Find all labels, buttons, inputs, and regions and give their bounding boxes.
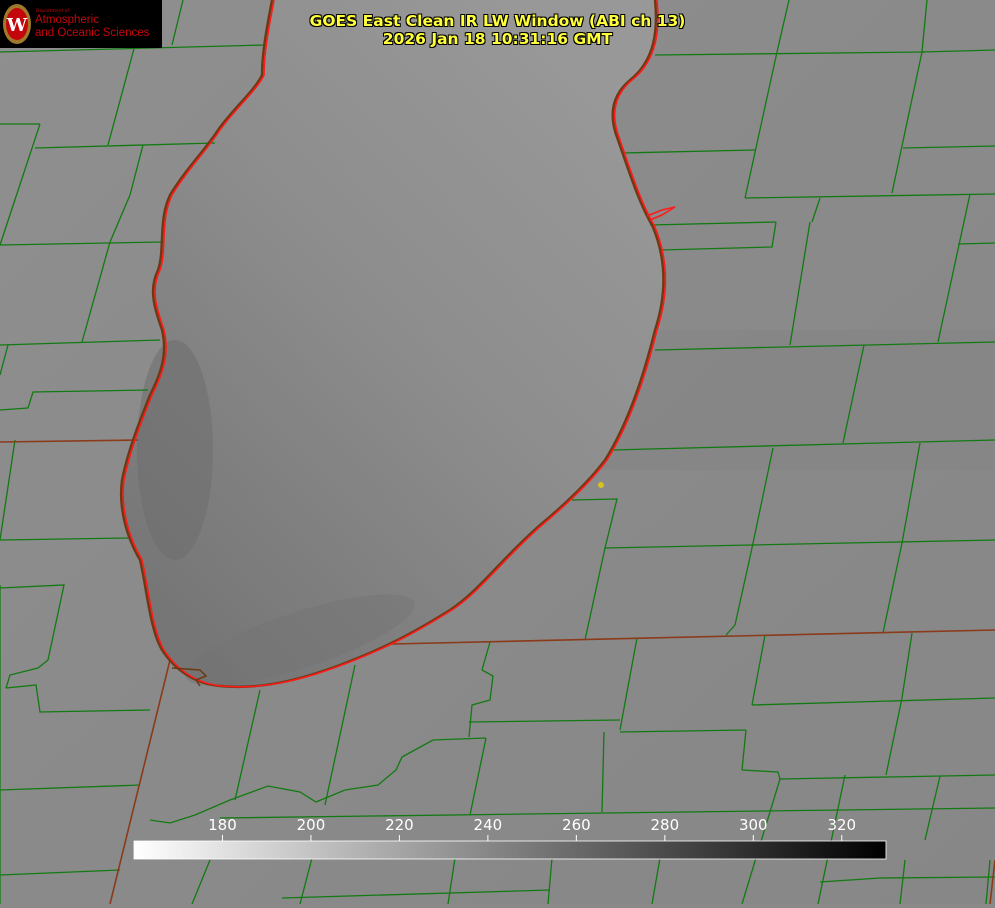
colorbar-tick-label: 240 xyxy=(474,816,503,834)
colorbar-tick-label: 260 xyxy=(562,816,591,834)
lake-cold-patch xyxy=(137,340,213,560)
colorbar-tick-label: 180 xyxy=(208,816,237,834)
timestamp-title: 2026 Jan 18 10:31:16 GMT xyxy=(382,30,613,48)
ir-satellite-map: 180 200 220 240 260 280 300 320 W Department of… xyxy=(0,0,995,905)
colorbar-tick-label: 200 xyxy=(297,816,326,834)
map-canvas: 180 200 220 240 260 280 300 320 xyxy=(0,0,995,905)
product-title: GOES East Clean IR LW Window (ABI ch 13) xyxy=(309,12,686,30)
colorbar-tick-label: 280 xyxy=(651,816,680,834)
city-marker xyxy=(598,482,604,488)
colorbar-tick-label: 220 xyxy=(385,816,414,834)
colorbar-gradient xyxy=(133,840,887,860)
colorbar-tick-label: 300 xyxy=(739,816,768,834)
colorbar-tick-label: 320 xyxy=(827,816,856,834)
